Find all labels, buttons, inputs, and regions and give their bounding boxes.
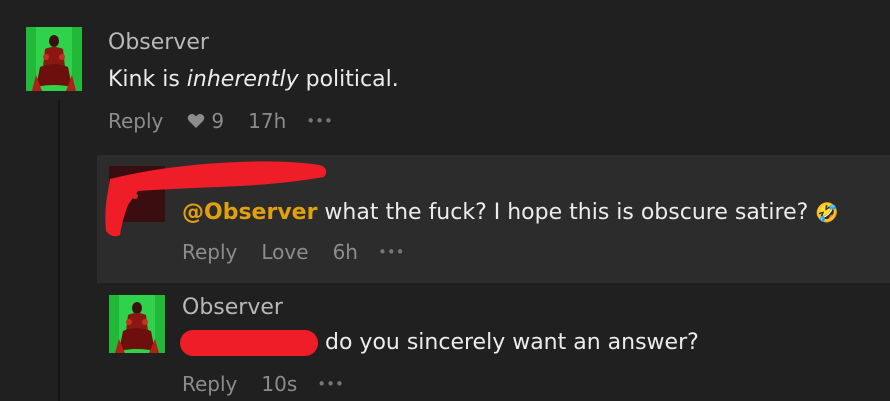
comment-3: Observer do you sincerely want an answer… <box>0 0 890 401</box>
comment-body: do you sincerely want an answer? <box>325 330 699 355</box>
comment-actions: Reply 10s ••• <box>182 372 344 396</box>
comment-author[interactable]: Observer <box>182 295 283 320</box>
avatar[interactable] <box>109 295 165 359</box>
more-icon[interactable]: ••• <box>317 375 344 393</box>
comment-time: 10s <box>261 372 298 396</box>
redaction-mention <box>180 330 318 356</box>
reply-button[interactable]: Reply <box>182 372 237 396</box>
